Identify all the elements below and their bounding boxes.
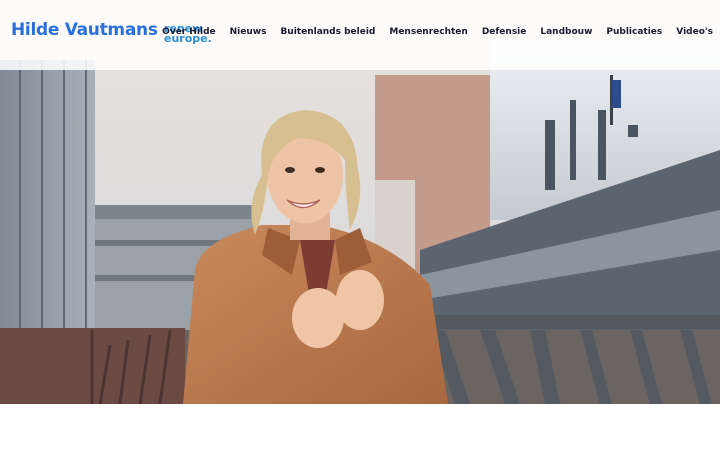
site-logo[interactable]: Hilde Vautmans [11, 20, 158, 40]
nav-item-buitenlands-beleid[interactable]: Buitenlands beleid [280, 27, 375, 37]
main-nav: Over Hilde Nieuws Buitenlands beleid Men… [162, 27, 713, 37]
nav-item-mensenrechten[interactable]: Mensenrechten [389, 27, 467, 37]
site-header: Hilde Vautmans renew europe. Over Hilde … [0, 0, 720, 70]
nav-item-publicaties[interactable]: Publicaties [606, 27, 662, 37]
page-content-area [0, 404, 720, 450]
nav-item-defensie[interactable]: Defensie [482, 27, 527, 37]
nav-item-landbouw[interactable]: Landbouw [540, 27, 592, 37]
nav-item-nieuws[interactable]: Nieuws [230, 27, 267, 37]
nav-item-videos[interactable]: Video's [676, 27, 713, 37]
nav-item-over-hilde[interactable]: Over Hilde [162, 27, 215, 37]
